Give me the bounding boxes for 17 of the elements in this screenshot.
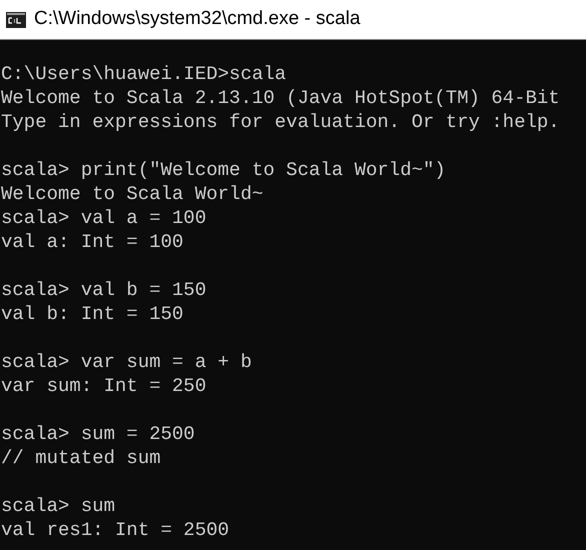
console-line: val res1: Int = 2500 bbox=[1, 519, 230, 541]
console-line: scala> var sum = a + b bbox=[1, 351, 252, 373]
console-line: scala> print("Welcome to Scala World~") bbox=[1, 159, 446, 181]
console-line: val a: Int = 100 bbox=[1, 231, 184, 253]
console-line: scala> val a = 100 bbox=[1, 207, 206, 229]
console-icon bbox=[6, 12, 26, 28]
console-line: // mutated sum bbox=[1, 447, 161, 469]
console-line: val b: Int = 150 bbox=[1, 303, 184, 325]
window-title: C:\Windows\system32\cmd.exe - scala bbox=[34, 7, 360, 32]
console-line: var sum: Int = 250 bbox=[1, 375, 206, 397]
console-line: Welcome to Scala 2.13.10 (Java HotSpot(TM) 64-Bit bbox=[1, 87, 560, 109]
console-line: scala> sum bbox=[1, 495, 116, 517]
console-line: scala> sum = 2500 bbox=[1, 423, 195, 445]
console-line: Type in expressions for evaluation. Or try :help. bbox=[1, 111, 560, 133]
console-line: Welcome to Scala World~ bbox=[1, 183, 264, 205]
console-line: scala> val b = 150 bbox=[1, 279, 206, 301]
console-line: C:\Users\huawei.IED>scala bbox=[1, 63, 286, 85]
